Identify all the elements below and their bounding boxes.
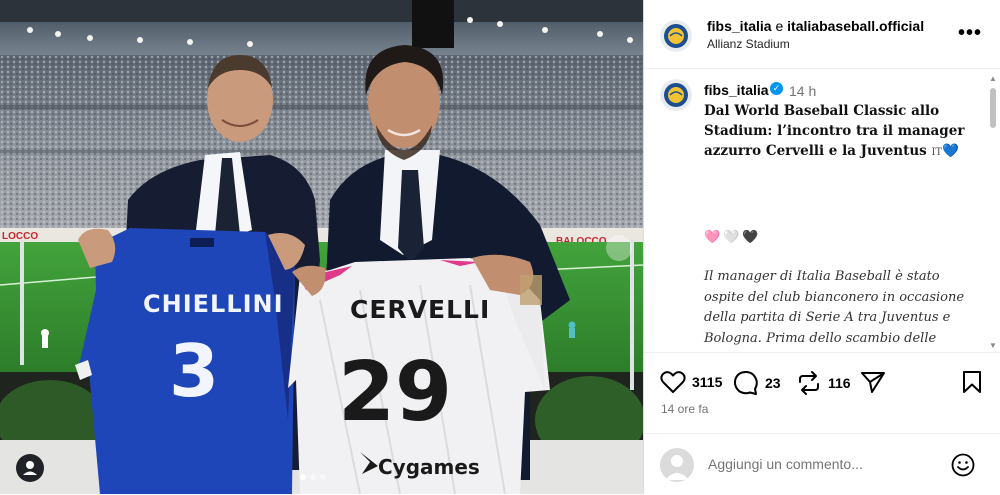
user-avatar[interactable]: [660, 448, 694, 482]
emoji-picker-button[interactable]: [951, 453, 975, 482]
scroll-up-arrow-icon[interactable]: ▲: [989, 74, 997, 83]
location-link[interactable]: Allianz Stadium: [707, 37, 790, 51]
default-avatar-icon: [665, 455, 689, 480]
flag-it-icon: IT: [931, 147, 943, 158]
scrollbar-thumb[interactable]: [990, 88, 996, 128]
blue-heart-icon: 💙: [942, 143, 959, 159]
save-button[interactable]: [961, 370, 983, 394]
jersey-left-number: 3: [169, 329, 219, 413]
hearts-emoji-line: 🩷🤍🖤: [704, 229, 762, 244]
heart-icon: [660, 371, 686, 393]
carousel-dot: [310, 474, 316, 480]
caption-time[interactable]: 14 h: [789, 83, 816, 99]
fibs-logo-icon: [660, 20, 692, 52]
sponsor-text: Cygames: [378, 455, 480, 479]
caption-title-text: Dal World Baseball Classic allo Stadium:…: [704, 103, 965, 159]
post-header: fibs_italia e italiabaseball.official Al…: [644, 0, 1000, 69]
repost-button[interactable]: 116: [796, 370, 851, 396]
repost-count[interactable]: 116: [828, 375, 851, 391]
caption-body: Il manager di Italia Baseball è stato os…: [704, 269, 965, 346]
header-accounts: fibs_italia e italiabaseball.official: [707, 18, 924, 34]
user-tag-icon: [23, 461, 37, 475]
bookmark-icon: [963, 371, 981, 393]
scroll-down-arrow-icon[interactable]: ▼: [989, 341, 997, 350]
account-link-fibs[interactable]: fibs_italia: [707, 18, 772, 34]
carousel-dot-active: [300, 474, 306, 480]
caption-title: Dal World Baseball Classic allo Stadium:…: [704, 101, 974, 163]
stadium-photo: LOCCO BALOCCO CHIELLINI 3 CERVELLI 29 Cy…: [0, 0, 643, 494]
comment-input[interactable]: [708, 456, 928, 472]
jersey-left-name: CHIELLINI: [143, 290, 284, 318]
post-photo[interactable]: LOCCO BALOCCO CHIELLINI 3 CERVELLI 29 Cy…: [0, 0, 643, 494]
next-image-button[interactable]: [606, 235, 632, 261]
caption-scrollbar[interactable]: ▲ ▼: [988, 74, 998, 350]
tagged-users-button[interactable]: [16, 454, 44, 482]
carousel-dot: [320, 474, 326, 480]
more-options-button[interactable]: •••: [958, 22, 982, 45]
jersey-right-number: 29: [338, 345, 452, 440]
repost-icon: [799, 371, 819, 395]
paper-plane-icon: [861, 372, 885, 393]
comment-composer: [644, 433, 1000, 495]
caption-area: fibs_italia ✓ 14 h Dal World Baseball Cl…: [644, 69, 1000, 351]
comment-count[interactable]: 23: [765, 375, 781, 391]
like-button[interactable]: 3115: [660, 370, 722, 394]
header-separator: e: [775, 18, 784, 34]
comment-button[interactable]: 23: [733, 370, 781, 396]
fibs-avatar[interactable]: [660, 20, 692, 52]
post-timestamp[interactable]: 14 ore fa: [661, 402, 708, 416]
account-link-italiabaseball[interactable]: italiabaseball.official: [787, 18, 924, 34]
verified-badge-icon: ✓: [770, 82, 783, 95]
caption-username[interactable]: fibs_italia: [704, 82, 769, 98]
jersey-right-name: CERVELLI: [350, 295, 490, 324]
comment-bubble-icon: [733, 371, 758, 395]
fibs-logo-icon: [660, 79, 692, 111]
like-count[interactable]: 3115: [692, 374, 722, 390]
share-button[interactable]: [860, 370, 886, 394]
caption-avatar[interactable]: [660, 79, 692, 111]
post-side-panel: fibs_italia e italiabaseball.official Al…: [643, 0, 1000, 494]
smiley-icon: [951, 453, 975, 477]
carousel-dots: [300, 474, 326, 480]
